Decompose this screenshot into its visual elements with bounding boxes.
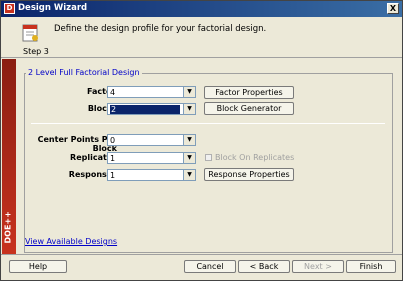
title-bar[interactable]: D Design Wizard X — [1, 1, 402, 17]
window-title: Design Wizard — [18, 3, 88, 13]
chevron-down-icon[interactable]: ▼ — [183, 87, 195, 97]
block-on-replicates-checkbox[interactable] — [205, 154, 212, 161]
chevron-down-icon[interactable]: ▼ — [183, 104, 195, 114]
factors-value: 4 — [110, 88, 116, 97]
next-button[interactable]: Next > — [292, 260, 344, 273]
design-wizard-window: D Design Wizard X Step 3 Define the desi… — [0, 0, 403, 281]
responses-value: 1 — [110, 171, 116, 180]
block-generator-button[interactable]: Block Generator — [204, 102, 294, 115]
view-available-designs-link[interactable]: View Available Designs — [25, 237, 117, 246]
replicates-select[interactable]: 1 ▼ — [107, 152, 196, 164]
center-points-label: Center Points Per Block — [37, 135, 117, 153]
separator — [31, 123, 385, 124]
replicates-value: 1 — [110, 154, 116, 163]
cancel-button[interactable]: Cancel — [184, 260, 236, 273]
step-label: Step 3 — [23, 47, 49, 56]
responses-select[interactable]: 1 ▼ — [107, 169, 196, 181]
chevron-down-icon[interactable]: ▼ — [183, 170, 195, 180]
wizard-document-icon — [22, 24, 38, 42]
back-button[interactable]: < Back — [238, 260, 290, 273]
center-points-select[interactable]: 0 ▼ — [107, 134, 196, 146]
blocks-value: 2 — [110, 105, 180, 114]
factors-select[interactable]: 4 ▼ — [107, 86, 196, 98]
center-points-value: 0 — [110, 136, 116, 145]
close-button[interactable]: X — [387, 3, 399, 14]
chevron-down-icon[interactable]: ▼ — [183, 153, 195, 163]
group-title: 2 Level Full Factorial Design — [26, 68, 142, 77]
chevron-down-icon[interactable]: ▼ — [183, 135, 195, 145]
app-icon: D — [4, 3, 15, 14]
factor-properties-button[interactable]: Factor Properties — [204, 86, 294, 99]
response-properties-button[interactable]: Response Properties — [204, 168, 294, 181]
design-group-box — [24, 73, 393, 253]
block-on-replicates-label: Block On Replicates — [215, 153, 295, 162]
header-description: Define the design profile for your facto… — [54, 24, 267, 34]
brand-label: DOE++ — [3, 211, 13, 244]
brand-sidebar: DOE++ — [2, 59, 16, 255]
blocks-select[interactable]: 2 ▼ — [107, 103, 196, 115]
help-button[interactable]: Help — [9, 260, 67, 273]
finish-button[interactable]: Finish — [346, 260, 396, 273]
footer-divider — [1, 254, 402, 255]
